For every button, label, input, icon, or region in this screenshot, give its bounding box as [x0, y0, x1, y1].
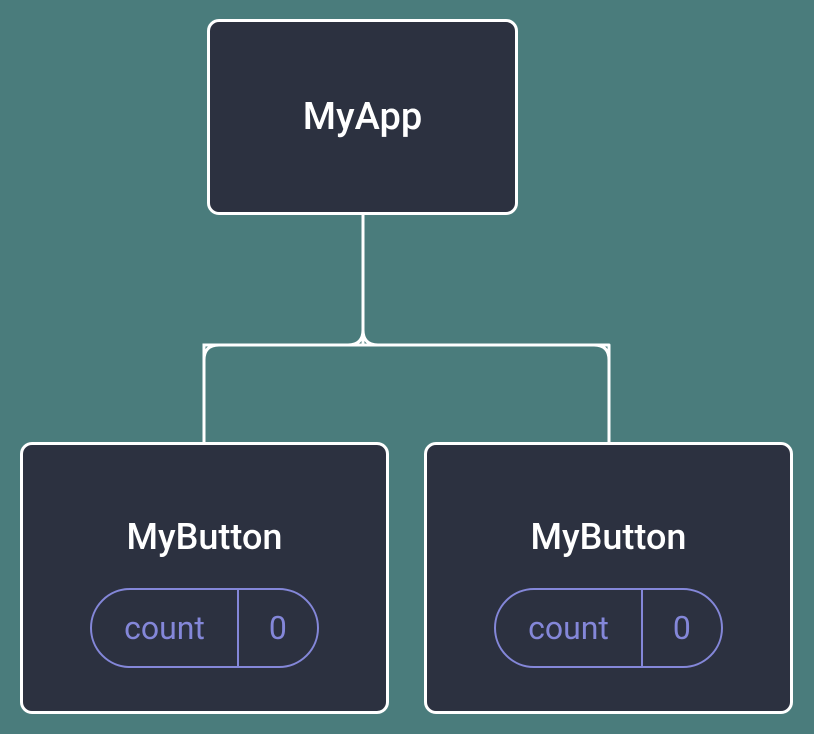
root-node-label: MyApp [303, 95, 422, 139]
state-pill-left: count 0 [90, 588, 319, 668]
child-node-left-label: MyButton [127, 516, 283, 558]
state-key-left: count [92, 590, 239, 666]
child-node-right: MyButton count 0 [424, 442, 793, 714]
child-node-left: MyButton count 0 [20, 442, 389, 714]
child-node-right-label: MyButton [531, 516, 687, 558]
root-node-myapp: MyApp [207, 19, 518, 215]
state-pill-right: count 0 [494, 588, 723, 668]
state-value-right: 0 [643, 590, 721, 666]
state-value-left: 0 [239, 590, 317, 666]
state-key-right: count [496, 590, 643, 666]
tree-connector [0, 215, 814, 443]
